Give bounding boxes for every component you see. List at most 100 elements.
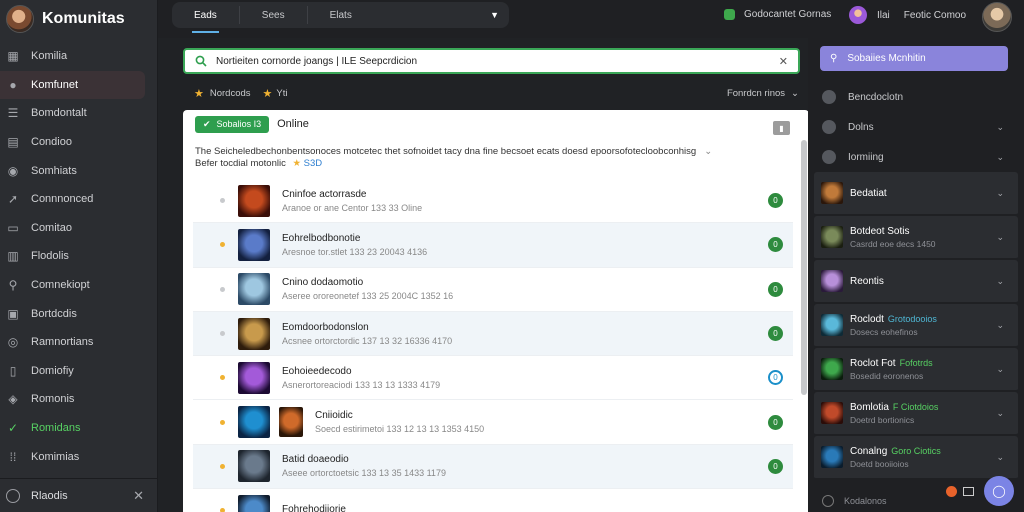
bullet-icon	[220, 375, 225, 381]
status-indicator[interactable]: Godocantet Gornas	[724, 9, 831, 20]
trash-icon[interactable]: ▮	[773, 121, 790, 135]
chevron-down-icon[interactable]: ⌄	[996, 276, 1004, 287]
right-card[interactable]: Bomlotia F Ciotdoios Doetrd bortionics ⌄	[814, 392, 1018, 436]
profile-avatar[interactable]	[982, 2, 1012, 32]
right-card[interactable]: Roclot Fot Fofotrds Bosedid eoronenos ⌄	[814, 348, 1018, 392]
status-badge[interactable]: 0	[768, 414, 783, 430]
apps-icon: ⁞⁞	[9, 449, 17, 464]
card-subtitle: Casrdd eoe decs 1450	[850, 238, 936, 249]
card-title: Roclot Fot	[850, 357, 896, 369]
sidebar-item[interactable]: ▭ Comitao	[0, 214, 145, 243]
online-badge[interactable]: ✔ Sobalios I3	[195, 115, 270, 133]
chevron-down-icon[interactable]: ⌄	[996, 122, 1004, 133]
item-text: Cninfoe actorrasde Aranoe or ane Centor 1…	[282, 189, 422, 213]
status-badge[interactable]: 0	[768, 370, 783, 386]
bullet-icon	[220, 286, 225, 292]
right-card[interactable]: Bedatiat ⌄	[814, 172, 1018, 216]
window-icon[interactable]	[963, 486, 974, 496]
right-card[interactable]: Roclodt Grotodooios Dosecs eohefinos ⌄	[814, 304, 1018, 348]
sidebar-item[interactable]: ✓ Romidans	[0, 414, 145, 443]
list-item[interactable]: Eohrelbodbonotie Aresnoe tor.stlet 133 23…	[193, 223, 793, 268]
sidebar-item[interactable]: ▦ Komilia	[0, 42, 145, 71]
card-title: Reontis	[850, 275, 884, 287]
sidebar-item[interactable]: ⚲ Comnekiopt	[0, 271, 145, 300]
chevron-down-icon[interactable]: ⌄	[996, 408, 1004, 419]
sidebar-item[interactable]: ● Komfunet	[0, 70, 145, 100]
notification-icon[interactable]	[946, 485, 957, 497]
chevron-down-icon[interactable]: ⌄	[996, 152, 1004, 163]
filter-first[interactable]: Nordcods	[210, 88, 251, 99]
tab-elats[interactable]: Elats	[308, 2, 374, 28]
list-item[interactable]: Fohrehodiiorie	[193, 489, 793, 512]
right-card[interactable]: Conalng Goro Ciotics Doetd booiioios ⌄	[814, 436, 1018, 480]
user-short-name: Ilai	[877, 9, 890, 21]
card-thumbnail	[821, 358, 843, 380]
description-line-1: The Seicheledbechonbentsonoces motcetec …	[195, 146, 697, 157]
right-card[interactable]: Botdeot Sotis Casrdd eoe decs 1450 ⌄	[814, 216, 1018, 260]
right-action-button[interactable]: ⚲ Sobaiies Mcnhitin	[820, 46, 1008, 71]
sidebar-footer[interactable]: Rlaodis ✕	[0, 478, 158, 512]
card-thumbnail	[821, 182, 843, 204]
status-dot-icon	[724, 9, 735, 20]
item-title: Batid doaeodio	[282, 454, 349, 466]
sidebar-item[interactable]: ⁞⁞ Komimias	[0, 442, 145, 471]
status-badge[interactable]: 0	[768, 237, 783, 253]
chat-fab-button[interactable]: ◯	[984, 476, 1014, 506]
search-input[interactable]	[216, 55, 779, 67]
chevron-down-icon[interactable]: ⌄	[996, 232, 1004, 243]
brand[interactable]: Komunitas	[0, 0, 157, 38]
right-list: Bencdoclotn Dolns ⌄ Iormiing ⌄ Bedatiat ⌄ Botde…	[808, 82, 1024, 480]
status-badge[interactable]: 0	[768, 281, 783, 297]
sort-dropdown[interactable]: Fonrdcn rinos ⌄	[727, 88, 799, 99]
sidebar-item[interactable]: ▣ Bortdcdis	[0, 299, 145, 328]
sidebar-item[interactable]: ◉ Somhiats	[0, 156, 145, 185]
sidebar-item-label: Bomdontalt	[31, 107, 87, 120]
status-badge[interactable]: 0	[768, 326, 783, 342]
chevron-down-icon[interactable]: ▼	[490, 10, 499, 20]
list-item[interactable]: Cniioidic Soecd estirimetoi 133 12 13 13 …	[193, 400, 793, 445]
filter-second[interactable]: Yti	[276, 88, 287, 99]
card-title-row: Roclot Fot Fofotrds	[850, 358, 933, 369]
scrollbar[interactable]	[801, 140, 807, 395]
sidebar-item[interactable]: ▥ Flodolis	[0, 242, 145, 271]
clear-icon[interactable]: ✕	[779, 55, 788, 68]
sidebar-item[interactable]: ☰ Bomdontalt	[0, 99, 145, 128]
chevron-down-icon[interactable]: ⌄	[996, 188, 1004, 199]
star-icon: ★	[292, 158, 301, 169]
list-item[interactable]: Cnino dodaomotio Aseree ororeonetef 133 2…	[193, 268, 793, 312]
chevron-down-icon[interactable]: ⌄	[704, 146, 712, 157]
right-list-item[interactable]: Iormiing ⌄	[808, 142, 1024, 172]
list-item[interactable]: Eomdoorbodonslon Acsnee ortorctordic 137 …	[193, 311, 793, 357]
list-item[interactable]: Eohoieedecodo Asnerortoreaciodi 133 13 13…	[193, 356, 793, 401]
right-item-label: Iormiing	[848, 151, 884, 163]
tab-eads[interactable]: Eads	[172, 2, 239, 33]
sidebar-item[interactable]: ◎ Ramnortians	[0, 328, 145, 357]
card-icon: ▭	[7, 220, 19, 235]
sidebar-item[interactable]: ▤ Condioo	[0, 128, 145, 157]
status-badge[interactable]: 0	[768, 458, 783, 474]
chevron-down-icon[interactable]: ⌄	[996, 364, 1004, 375]
user-menu[interactable]: Ilai Feotic Comoo	[849, 6, 966, 24]
tab-sees[interactable]: Sees	[240, 2, 307, 28]
status-text: Godocantet Gornas	[744, 9, 832, 20]
right-list-item[interactable]: Bencdoclotn	[808, 82, 1024, 112]
chevron-down-icon[interactable]: ⌄	[996, 320, 1004, 331]
search-bar[interactable]: ✕	[183, 48, 800, 74]
sidebar-item[interactable]: ➚ Connnonced	[0, 185, 145, 214]
sidebar-item[interactable]: ◈ Romonis	[0, 385, 145, 414]
list-item[interactable]: Cninfoe actorrasde Aranoe or ane Centor 1…	[193, 179, 793, 224]
right-card[interactable]: Reontis ⌄	[814, 260, 1018, 304]
right-list-item[interactable]: Dolns ⌄	[808, 112, 1024, 142]
status-badge[interactable]: 0	[768, 193, 783, 209]
close-icon[interactable]: ✕	[133, 488, 144, 504]
sidebar-item[interactable]: ▯ Domiofiy	[0, 357, 145, 386]
list-item[interactable]: Batid doaeodio Aseee ortorctoetsic 133 13…	[193, 444, 793, 490]
description-tag[interactable]: S3D	[304, 158, 322, 169]
description-line-2: Befer tocdial motonlic	[195, 158, 286, 169]
card-text: Bedatiat	[850, 188, 887, 199]
book-icon: ▤	[7, 135, 19, 150]
bullet-icon	[220, 463, 225, 469]
chevron-down-icon[interactable]: ⌄	[996, 452, 1004, 463]
item-subtitle: Soecd estirimetoi 133 12 13 13 1353 4150	[315, 424, 485, 435]
item-title: Cnino dodaomotio	[282, 277, 364, 289]
